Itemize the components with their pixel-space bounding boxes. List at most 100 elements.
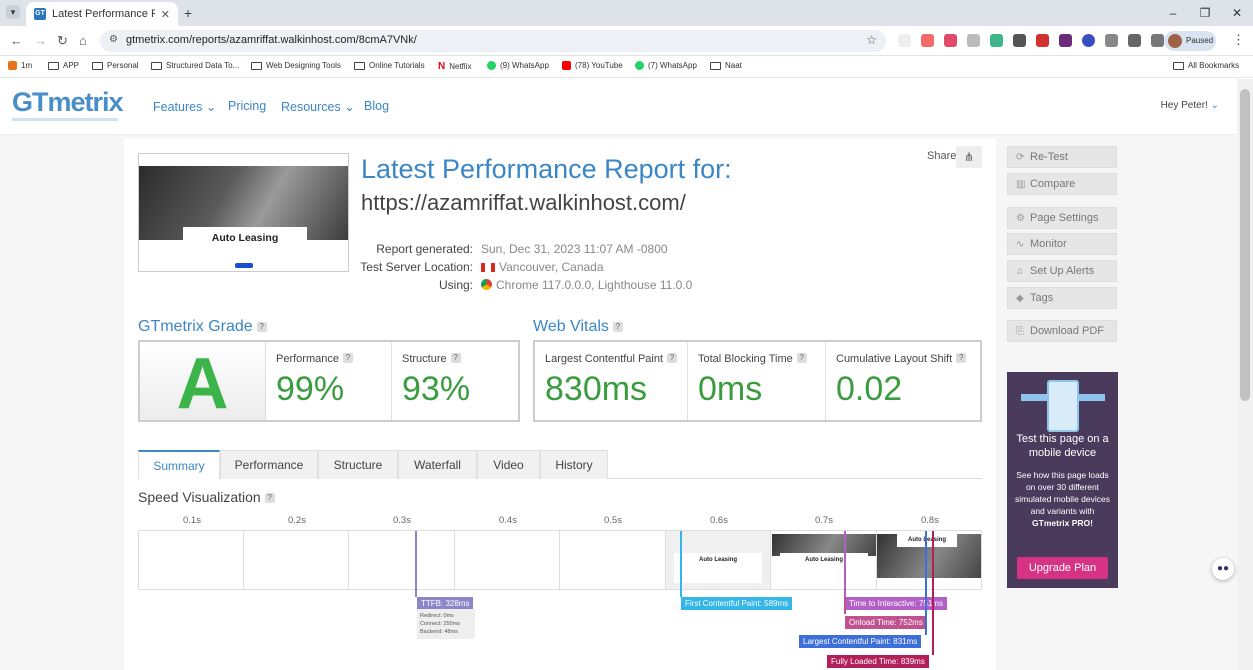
- extension-icon[interactable]: [1013, 34, 1026, 47]
- tab-search-icon[interactable]: ▾: [6, 5, 20, 19]
- bookmark-folder[interactable]: Online Tutorials: [354, 61, 425, 70]
- browser-toolbar: ← → ↻ ⌂ ⚙ gtmetrix.com/reports/azamriffa…: [0, 26, 1253, 56]
- help-icon[interactable]: ?: [256, 322, 267, 332]
- chat-icon[interactable]: ●●: [1212, 558, 1234, 580]
- profile-button[interactable]: Paused: [1164, 31, 1216, 51]
- monitor-button[interactable]: ∿ Monitor: [1007, 233, 1117, 255]
- extension-icon[interactable]: [1082, 34, 1095, 47]
- site-screenshot-thumbnail[interactable]: Auto Leasing: [138, 153, 349, 272]
- canada-flag-icon: [481, 263, 495, 272]
- new-tab-icon[interactable]: +: [184, 5, 192, 21]
- performance-label: Performance?: [276, 353, 353, 365]
- side-panel-icon[interactable]: [1151, 34, 1164, 47]
- tab-summary[interactable]: Summary: [138, 450, 220, 479]
- tab-waterfall[interactable]: Waterfall: [398, 450, 477, 479]
- nav-resources[interactable]: Resources ⌄: [281, 99, 355, 114]
- help-icon[interactable]: ?: [342, 353, 353, 363]
- extension-icon[interactable]: [990, 34, 1003, 47]
- extension-icon[interactable]: [898, 34, 911, 47]
- help-icon[interactable]: ?: [450, 353, 461, 363]
- extension-icon[interactable]: [1036, 34, 1049, 47]
- extension-icon[interactable]: [967, 34, 980, 47]
- bookmark-folder[interactable]: Naat: [710, 61, 742, 70]
- restore-icon[interactable]: ❐: [1189, 0, 1221, 26]
- bookmark-star-icon[interactable]: ☆: [866, 33, 877, 47]
- folder-icon: [1173, 61, 1184, 70]
- upgrade-plan-button[interactable]: Upgrade Plan: [1017, 557, 1108, 579]
- page-scrollbar[interactable]: [1237, 79, 1253, 670]
- lcp-marker-line: [925, 531, 927, 635]
- gtmetrix-logo[interactable]: GTmetrix: [12, 87, 124, 118]
- help-icon[interactable]: ?: [667, 353, 678, 363]
- tab-performance[interactable]: Performance: [220, 450, 318, 479]
- nav-blog[interactable]: Blog: [364, 99, 389, 113]
- filmstrip[interactable]: Auto Leasing Auto Leasing Auto Leasing: [138, 530, 982, 590]
- bookmark-folder[interactable]: APP: [48, 61, 79, 70]
- minimize-icon[interactable]: –: [1157, 0, 1189, 26]
- nav-pricing[interactable]: Pricing: [228, 99, 266, 113]
- tab-history[interactable]: History: [540, 450, 608, 479]
- browser-tab-active[interactable]: GT Latest Performance Report for: ✕: [26, 2, 178, 26]
- lcp-label: Largest Contentful Paint?: [545, 353, 678, 365]
- tag-icon: ◆: [1016, 293, 1024, 304]
- download-pdf-button[interactable]: ⎘ Download PDF: [1007, 320, 1117, 342]
- bookmark-folder[interactable]: Web Designing Tools: [251, 61, 341, 70]
- download-icon[interactable]: [1128, 34, 1141, 47]
- lcp-marker: Largest Contentful Paint: 831ms: [799, 635, 922, 648]
- forward-icon[interactable]: →: [34, 33, 47, 48]
- tags-button[interactable]: ◆ Tags: [1007, 287, 1117, 309]
- help-icon[interactable]: ?: [264, 493, 275, 503]
- lcp-metric: Largest Contentful Paint? 830ms: [535, 342, 688, 420]
- url-text: gtmetrix.com/reports/azamriffat.walkinho…: [126, 34, 417, 46]
- bookmark-whatsapp[interactable]: (7) WhatsApp: [635, 61, 697, 70]
- browser-menu-icon[interactable]: ⋮: [1232, 32, 1245, 48]
- structure-value: 93%: [402, 370, 471, 408]
- all-bookmarks[interactable]: All Bookmarks: [1173, 61, 1239, 70]
- retest-button[interactable]: ⟳ Re-Test: [1007, 146, 1117, 168]
- chevron-down-icon: ⌄: [344, 100, 355, 114]
- bookmark-netflix[interactable]: N Netflix: [438, 61, 471, 72]
- cls-value: 0.02: [836, 370, 903, 408]
- extension-icon[interactable]: [1059, 34, 1072, 47]
- reload-icon[interactable]: ↻: [57, 33, 68, 49]
- frame-text: Auto Leasing: [674, 553, 762, 583]
- compare-icon: ▥: [1016, 179, 1026, 190]
- thumbnail-banner: Auto Leasing: [183, 227, 307, 249]
- bookmark-1m[interactable]: 1m: [8, 61, 32, 70]
- site-info-icon[interactable]: ⚙: [109, 34, 118, 45]
- pocket-icon[interactable]: [944, 34, 957, 47]
- meta-label: Using:: [438, 278, 473, 292]
- set-up-alerts-button[interactable]: ♫ Set Up Alerts: [1007, 260, 1117, 282]
- fully-loaded-marker: Fully Loaded Time: 839ms: [827, 655, 929, 668]
- extension-icon[interactable]: [921, 34, 934, 47]
- home-icon[interactable]: ⌂: [79, 33, 87, 48]
- scrollbar-thumb[interactable]: [1240, 89, 1250, 401]
- help-icon[interactable]: ?: [612, 322, 623, 332]
- help-icon[interactable]: ?: [956, 353, 967, 363]
- page-settings-button[interactable]: ⚙ Page Settings: [1007, 207, 1117, 229]
- share-button[interactable]: ⋔: [956, 146, 982, 168]
- grade-heading: GTmetrix Grade?: [138, 318, 267, 336]
- close-tab-icon[interactable]: ✕: [161, 8, 170, 21]
- tab-structure[interactable]: Structure: [318, 450, 398, 479]
- bookmark-whatsapp[interactable]: (9) WhatsApp: [487, 61, 549, 70]
- report-tabs: Summary Performance Structure Waterfall …: [138, 447, 982, 479]
- address-bar[interactable]: ⚙ gtmetrix.com/reports/azamriffat.walkin…: [100, 30, 886, 52]
- bookmark-folder[interactable]: Structured Data To...: [151, 61, 239, 70]
- tbt-label: Total Blocking Time?: [698, 353, 807, 365]
- pdf-icon: ⎘: [1016, 326, 1024, 337]
- meta-label: Report generated:: [376, 242, 473, 256]
- fcp-marker-line: [680, 531, 682, 597]
- bookmark-folder[interactable]: Personal: [92, 61, 139, 70]
- puzzle-icon[interactable]: [1105, 34, 1118, 47]
- site-header: GTmetrix Features ⌄ Pricing Resources ⌄ …: [0, 79, 1237, 135]
- tab-video[interactable]: Video: [477, 450, 540, 479]
- nav-features[interactable]: Features ⌄: [153, 99, 216, 114]
- compare-button[interactable]: ▥ Compare: [1007, 173, 1117, 195]
- bookmark-youtube[interactable]: (78) YouTube: [562, 61, 623, 70]
- user-menu[interactable]: Hey Peter! ⌄: [1161, 100, 1219, 111]
- back-icon[interactable]: ←: [10, 33, 23, 48]
- close-window-icon[interactable]: ✕: [1221, 0, 1253, 26]
- bell-icon: ♫: [1016, 266, 1024, 277]
- help-icon[interactable]: ?: [796, 353, 807, 363]
